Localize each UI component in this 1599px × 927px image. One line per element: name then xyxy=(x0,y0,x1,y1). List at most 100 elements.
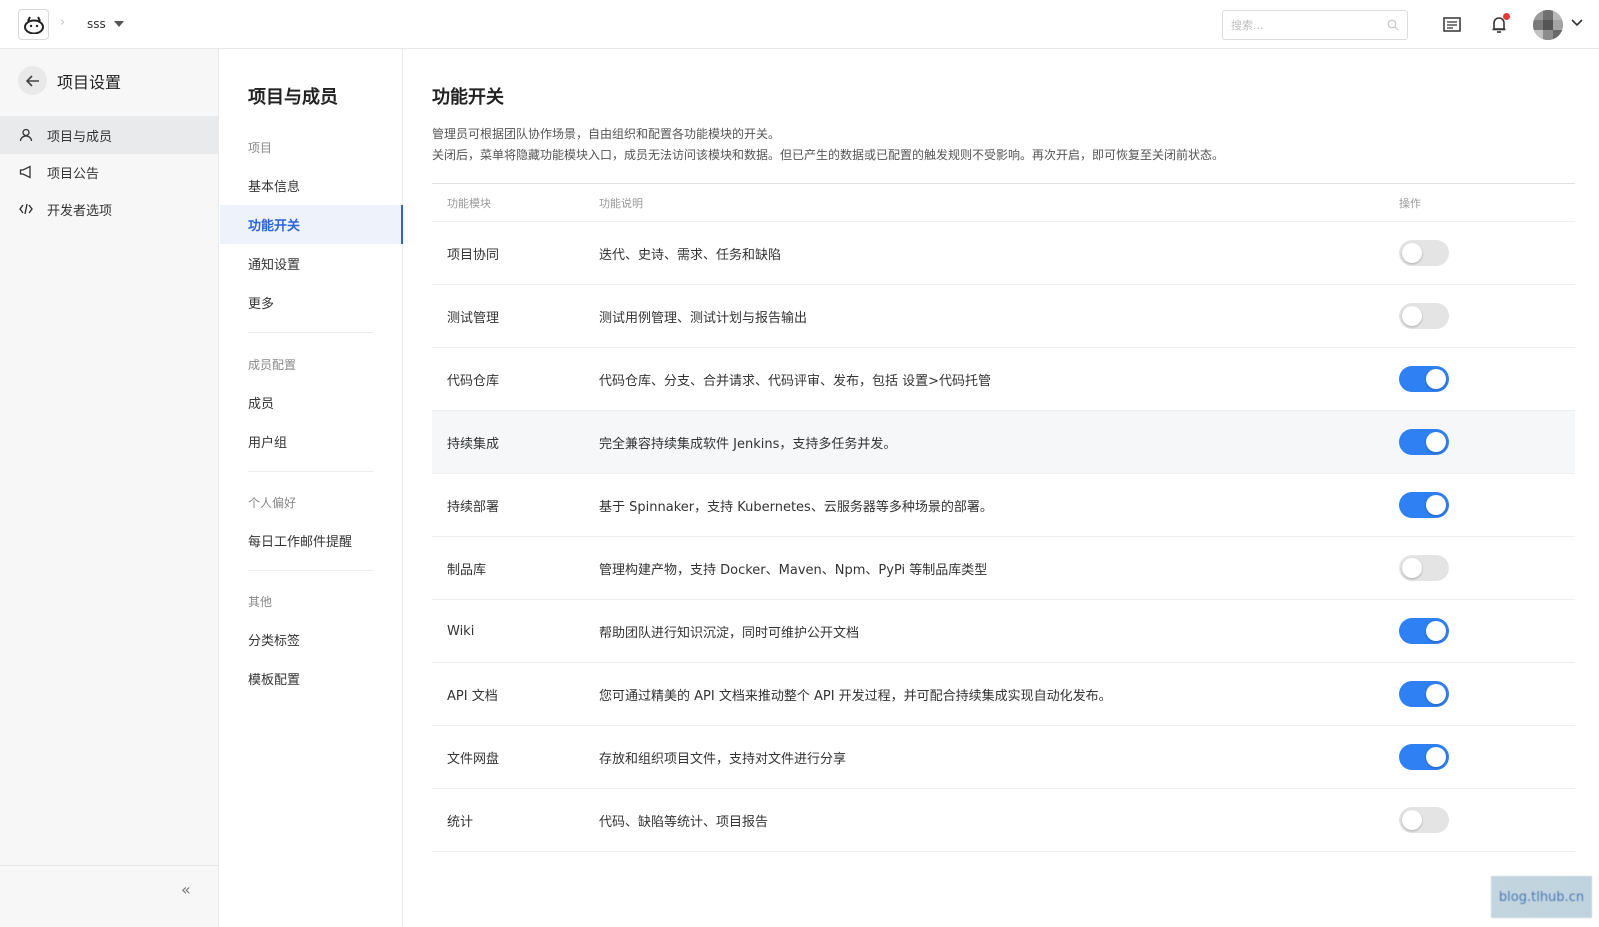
module-description: 您可通过精美的 API 文档来推动整个 API 开发过程，并可配合持续集成实现自… xyxy=(599,688,1112,704)
page-description-line-1: 管理员可根据团队协作场景，自由组织和配置各功能模块的开关。 xyxy=(432,127,781,141)
sidebar-item-label: 项目公告 xyxy=(47,166,100,182)
search-input[interactable] xyxy=(1231,18,1371,32)
nav-item-feature-toggles[interactable]: 功能开关 xyxy=(220,205,403,244)
nav-group-label: 项目 xyxy=(248,141,273,155)
user-avatar[interactable] xyxy=(1533,10,1563,40)
toggle-knob xyxy=(1426,621,1446,641)
nav-divider xyxy=(248,570,373,571)
nav-divider xyxy=(248,471,373,472)
kanban-icon[interactable] xyxy=(1441,14,1463,36)
nav-item-members[interactable]: 成员 xyxy=(220,383,403,422)
toggle-knob xyxy=(1402,306,1422,326)
module-action xyxy=(1399,303,1575,329)
feature-toggle-switch[interactable] xyxy=(1399,555,1449,581)
chevron-down-icon[interactable] xyxy=(1571,19,1583,27)
main-content: 功能开关 管理员可根据团队协作场景，自由组织和配置各功能模块的开关。 关闭后，菜… xyxy=(404,49,1599,927)
table-row: 持续集成 完全兼容持续集成软件 Jenkins，支持多任务并发。 xyxy=(432,411,1575,474)
module-action xyxy=(1399,555,1575,581)
sidebar-item-members[interactable]: 项目与成员 xyxy=(0,116,219,154)
project-name: sss xyxy=(87,17,106,31)
toggle-knob xyxy=(1402,558,1422,578)
table-row: 测试管理 测试用例管理、测试计划与报告输出 xyxy=(432,285,1575,348)
caret-down-icon xyxy=(113,21,124,27)
module-name: 持续部署 xyxy=(447,499,500,515)
nav-group-label: 个人偏好 xyxy=(248,496,297,510)
module-description: 测试用例管理、测试计划与报告输出 xyxy=(599,310,808,326)
arrow-left-icon xyxy=(25,74,39,87)
module-description: 存放和组织项目文件，支持对文件进行分享 xyxy=(599,751,847,767)
module-action xyxy=(1399,240,1575,266)
nav-item-user-groups[interactable]: 用户组 xyxy=(220,422,403,461)
nav-divider xyxy=(248,332,373,333)
module-action xyxy=(1399,618,1575,644)
search-box[interactable] xyxy=(1222,10,1408,40)
sidebar-header: 项目设置 xyxy=(18,66,121,95)
module-name: 持续集成 xyxy=(447,436,500,452)
toggle-knob xyxy=(1426,495,1446,515)
sidebar-item-announcement[interactable]: 项目公告 xyxy=(0,153,219,191)
module-action xyxy=(1399,429,1575,455)
sidebar-item-label: 开发者选项 xyxy=(47,203,113,219)
module-description: 管理构建产物，支持 Docker、Maven、Npm、PyPi 等制品库类型 xyxy=(599,562,988,578)
toggle-knob xyxy=(1426,747,1446,767)
collapse-sidebar-button[interactable]: « xyxy=(181,880,191,899)
page-title: 功能开关 xyxy=(432,87,504,108)
table-row: 项目协同 迭代、史诗、需求、任务和缺陷 xyxy=(432,222,1575,285)
user-icon xyxy=(19,128,33,142)
module-action xyxy=(1399,744,1575,770)
column-header-action: 操作 xyxy=(1399,196,1421,210)
toggle-knob xyxy=(1402,810,1422,830)
toggle-knob xyxy=(1426,684,1446,704)
module-description: 代码、缺陷等统计、项目报告 xyxy=(599,814,769,830)
back-button[interactable] xyxy=(18,66,47,95)
feature-toggle-switch[interactable] xyxy=(1399,240,1449,266)
feature-toggle-switch[interactable] xyxy=(1399,429,1449,455)
feature-toggle-switch[interactable] xyxy=(1399,618,1449,644)
module-name: 代码仓库 xyxy=(447,373,500,389)
feature-toggle-switch[interactable] xyxy=(1399,366,1449,392)
toggle-knob xyxy=(1402,243,1422,263)
table-row: 持续部署 基于 Spinnaker，支持 Kubernetes、云服务器等多种场景… xyxy=(432,474,1575,537)
project-switcher[interactable]: sss xyxy=(87,17,124,31)
nav-item-notification-settings[interactable]: 通知设置 xyxy=(220,244,403,283)
notification-bell-icon[interactable] xyxy=(1488,13,1510,36)
sidebar-item-developer[interactable]: 开发者选项 xyxy=(0,190,219,228)
code-icon xyxy=(19,203,33,215)
nav-group-label: 成员配置 xyxy=(248,358,297,372)
nav-group-label: 其他 xyxy=(248,595,273,609)
module-action xyxy=(1399,681,1575,707)
megaphone-icon xyxy=(19,165,31,179)
nav-item-more[interactable]: 更多 xyxy=(220,283,403,322)
table-row: 统计 代码、缺陷等统计、项目报告 xyxy=(432,789,1575,852)
app-logo[interactable] xyxy=(18,9,49,40)
toggle-knob xyxy=(1426,369,1446,389)
nav-item-category-tags[interactable]: 分类标签 xyxy=(220,620,403,659)
feature-toggle-switch[interactable] xyxy=(1399,807,1449,833)
logo-icon xyxy=(23,16,44,34)
feature-toggle-switch[interactable] xyxy=(1399,303,1449,329)
nav-item-daily-email[interactable]: 每日工作邮件提醒 xyxy=(220,521,403,560)
table-header: 功能模块 功能说明 操作 xyxy=(432,184,1575,222)
module-name: API 文档 xyxy=(447,688,498,704)
module-name: 文件网盘 xyxy=(447,751,500,767)
page-description-line-2: 关闭后，菜单将隐藏功能模块入口，成员无法访问该模块和数据。但已产生的数据或已配置… xyxy=(432,148,1225,162)
feature-toggle-switch[interactable] xyxy=(1399,681,1449,707)
nav-item-basic-info[interactable]: 基本信息 xyxy=(220,166,403,205)
sidebar-title: 项目设置 xyxy=(57,72,122,92)
module-action xyxy=(1399,492,1575,518)
watermark: blog.tlhub.cn xyxy=(1491,876,1592,918)
notification-dot xyxy=(1503,13,1510,20)
table-row: 文件网盘 存放和组织项目文件，支持对文件进行分享 xyxy=(432,726,1575,789)
module-name: 统计 xyxy=(447,814,474,830)
feature-toggle-switch[interactable] xyxy=(1399,492,1449,518)
column-header-description: 功能说明 xyxy=(599,196,643,210)
feature-toggle-switch[interactable] xyxy=(1399,744,1449,770)
module-description: 迭代、史诗、需求、任务和缺陷 xyxy=(599,247,782,263)
sidebar-item-label: 项目与成员 xyxy=(47,129,113,145)
module-name: 制品库 xyxy=(447,562,487,578)
nav-item-template-config[interactable]: 模板配置 xyxy=(220,659,403,698)
module-name: 测试管理 xyxy=(447,310,500,326)
module-description: 代码仓库、分支、合并请求、代码评审、发布，包括 设置>代码托管 xyxy=(599,373,992,389)
search-icon xyxy=(1387,19,1399,31)
table-row: API 文档 您可通过精美的 API 文档来推动整个 API 开发过程，并可配合持… xyxy=(432,663,1575,726)
